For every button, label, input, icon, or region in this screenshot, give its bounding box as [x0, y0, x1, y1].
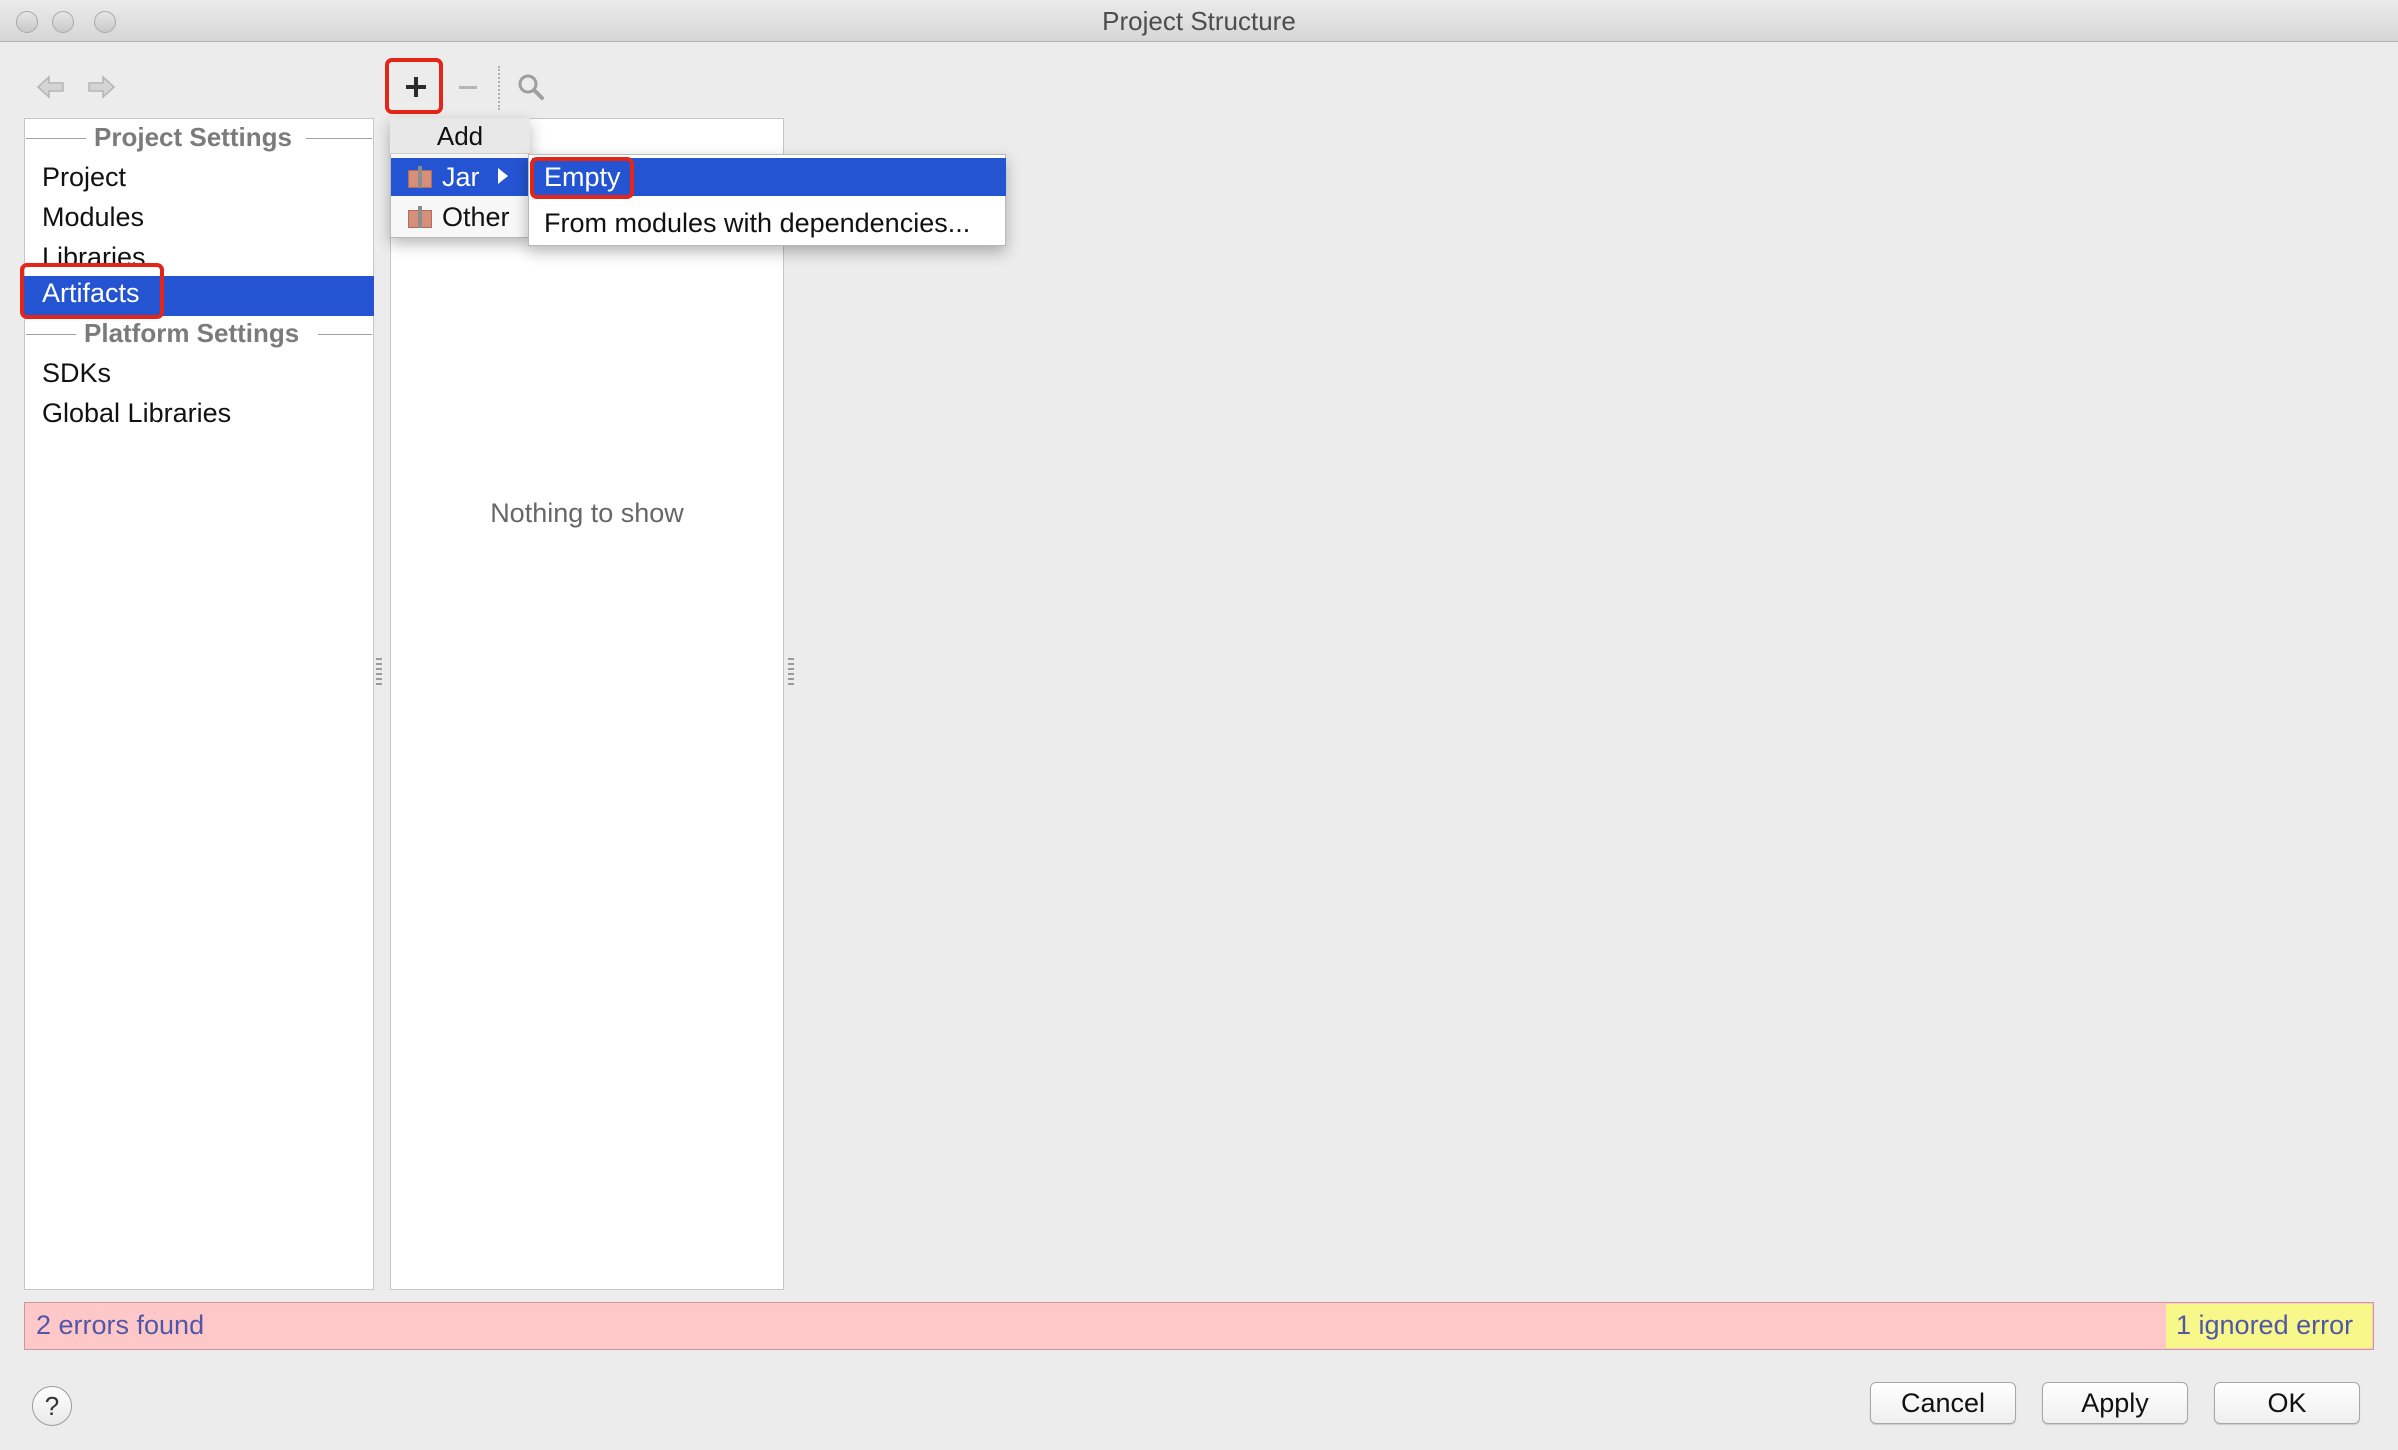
artifacts-list [390, 118, 784, 1290]
menu-item-label: Jar [442, 161, 480, 192]
sidebar-item-modules[interactable]: Modules [42, 202, 144, 233]
section-divider [306, 138, 372, 139]
platform-settings-header: Platform Settings [84, 318, 300, 348]
jar-icon [408, 206, 432, 228]
remove-button[interactable] [445, 64, 491, 110]
add-menu-title: Add [390, 118, 530, 154]
cancel-button[interactable]: Cancel [1870, 1382, 2016, 1424]
project-settings-header: Project Settings [94, 122, 292, 152]
sidebar-item-global-libraries[interactable]: Global Libraries [42, 398, 231, 429]
submenu-item-from-modules[interactable]: From modules with dependencies... [544, 206, 970, 240]
sidebar-item-project[interactable]: Project [42, 162, 126, 193]
sidebar-item-sdks[interactable]: SDKs [42, 358, 111, 389]
forward-button[interactable] [84, 70, 118, 104]
arrow-right-icon [88, 75, 116, 99]
errors-found-link[interactable]: 2 errors found [36, 1310, 204, 1341]
splitter-handle[interactable] [788, 658, 794, 688]
find-button[interactable] [508, 64, 554, 110]
menu-item-jar-content: Jar [408, 160, 480, 194]
menu-item-label: Other [442, 201, 510, 232]
help-button[interactable]: ? [32, 1386, 72, 1426]
minus-icon [459, 86, 477, 89]
menu-item-other-content: Other [408, 200, 510, 234]
toolbar-separator [498, 66, 500, 110]
jar-icon [408, 166, 432, 188]
empty-highlight [530, 157, 634, 199]
error-bar [24, 1302, 2374, 1350]
apply-button[interactable]: Apply [2042, 1382, 2188, 1424]
submenu-arrow-icon [498, 168, 508, 184]
section-divider [26, 334, 76, 335]
window-title: Project Structure [1102, 6, 1296, 36]
empty-list-message: Nothing to show [490, 498, 684, 528]
arrow-left-icon [36, 75, 64, 99]
ignored-error-link[interactable]: 1 ignored error [2176, 1310, 2353, 1341]
ok-button[interactable]: OK [2214, 1382, 2360, 1424]
section-divider [26, 138, 86, 139]
back-button[interactable] [34, 70, 68, 104]
section-divider [318, 334, 372, 335]
artifacts-highlight [20, 263, 164, 319]
add-button-highlight [385, 58, 443, 114]
splitter-handle[interactable] [376, 658, 382, 688]
magnifier-icon [518, 74, 544, 100]
